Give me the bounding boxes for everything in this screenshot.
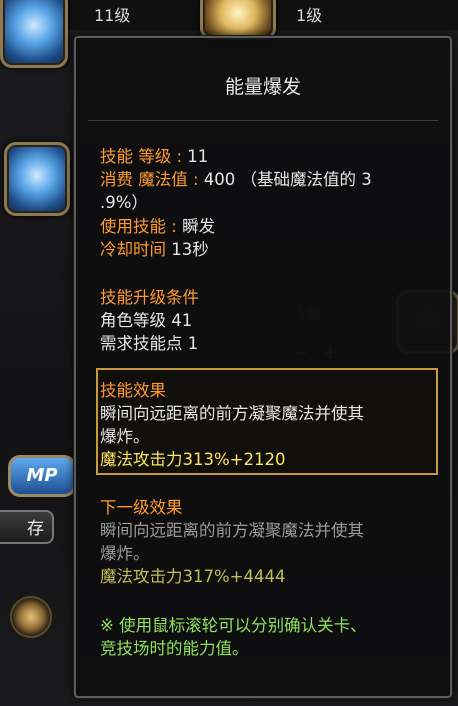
effect-stat: 魔法攻击力313%+2120 (100, 450, 286, 469)
ring-icon[interactable] (10, 596, 52, 638)
cooldown-value: 13秒 (171, 240, 209, 259)
skill-tooltip: 能量爆发 技能 等级 : 11 消费 魔法值 : 400 （基础魔法值的 3 .… (74, 36, 452, 698)
next-level-desc: 爆炸。 (100, 544, 150, 563)
tooltip-title: 能量爆发 (224, 76, 301, 98)
cast-label: 使用技能 : (100, 217, 183, 236)
mp-badge: MP (8, 455, 76, 497)
cast-line: 使用技能 : 瞬发 (100, 215, 215, 238)
cast-value: 瞬发 (182, 217, 216, 236)
skill-level-value: 11 (187, 147, 209, 166)
skill-level-text: 11级 (94, 6, 131, 25)
skill-slot-icon[interactable] (200, 0, 276, 40)
divider (88, 120, 438, 121)
effect-header: 技能效果 (100, 381, 166, 400)
skill-slot-icon[interactable] (0, 0, 68, 68)
effect-desc: 瞬间向远距离的前方凝聚魔法并使其 (100, 404, 364, 423)
upgrade-char-level: 角色等级 41 (100, 311, 193, 330)
hint-text: ※ 使用鼠标滚轮可以分别确认关卡、 (100, 616, 367, 635)
cost-label: 消费 魔法值 : (100, 170, 204, 189)
upgrade-skill-points: 需求技能点 1 (100, 334, 199, 353)
cost-line: 消费 魔法值 : 400 （基础魔法值的 3 (100, 168, 372, 191)
skill-level-label: 技能 等级 : (100, 147, 188, 166)
next-level-stat: 魔法攻击力317%+4444 (100, 567, 286, 586)
cost-value: 400 （基础魔法值的 3 (203, 170, 372, 189)
cost-value-cont: .9%） (100, 193, 148, 212)
next-level-header: 下一级效果 (100, 498, 183, 517)
skill-level-text: 1级 (296, 6, 323, 25)
cooldown-line: 冷却时间 13秒 (100, 238, 209, 261)
skill-level-line: 技能 等级 : 11 (100, 145, 208, 168)
hint-text: 竞技场时的能力值。 (100, 639, 249, 658)
upgrade-header: 技能升级条件 (100, 288, 199, 307)
effect-desc: 爆炸。 (100, 427, 150, 446)
skill-slot-icon[interactable] (4, 142, 70, 216)
next-level-desc: 瞬间向远距离的前方凝聚魔法并使其 (100, 521, 364, 540)
save-button[interactable]: 存 (0, 510, 54, 544)
cooldown-label: 冷却时间 (100, 240, 172, 259)
